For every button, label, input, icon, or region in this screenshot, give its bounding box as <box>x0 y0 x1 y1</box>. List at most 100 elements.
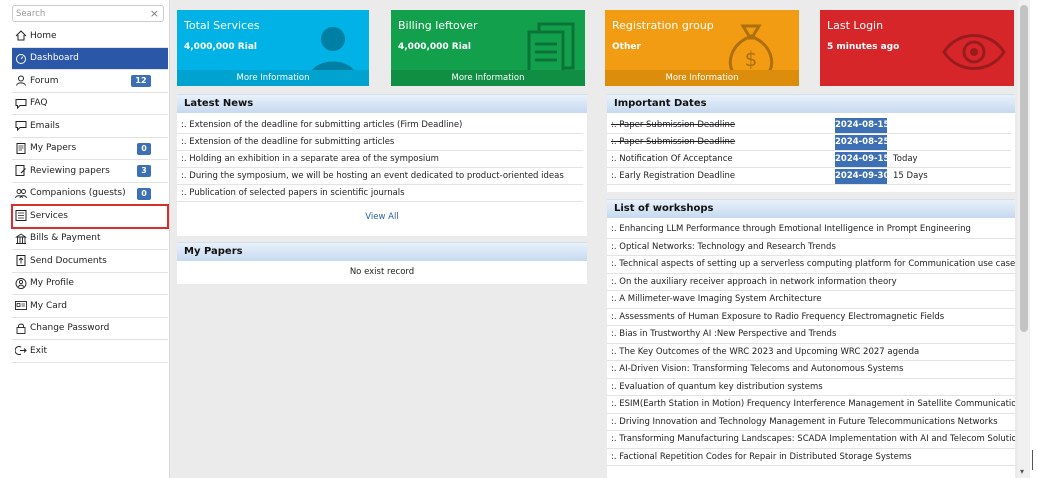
sidebar-item-label: Change Password <box>30 323 110 334</box>
date-row: :. Early Registration Deadline 2024-09-3… <box>607 168 1011 185</box>
services-icon <box>14 210 28 222</box>
services-more-information-link[interactable]: More Information <box>177 70 369 86</box>
sidebar-item-label: My Card <box>30 300 68 311</box>
workshop-item[interactable]: :. Assessments of Human Exposure to Radi… <box>607 309 1015 326</box>
chat-icon <box>14 120 28 132</box>
bill-icon <box>14 232 28 244</box>
card-value: Other <box>612 42 641 52</box>
companions-count-badge: 0 <box>137 187 151 200</box>
billing-leftover-card: Billing leftover 4,000,000 Rial More Inf… <box>391 10 585 86</box>
page-scrollbar[interactable]: ▾ <box>1018 0 1030 478</box>
sidebar-item-faq[interactable]: FAQ <box>12 93 168 115</box>
group-icon <box>14 187 28 199</box>
date-badge: 2024-09-15 <box>835 152 889 167</box>
important-dates-panel: Important Dates :. Paper Submission Dead… <box>607 94 1015 192</box>
sidebar-item-label: FAQ <box>30 98 48 109</box>
exit-icon <box>14 345 28 357</box>
date-label: :. Notification Of Acceptance <box>611 154 733 164</box>
panel-title: Important Dates <box>607 94 1015 113</box>
sidebar-nav: Home Dashboard Forum 12 FAQ Emails My Pa… <box>11 25 169 363</box>
clear-icon[interactable]: × <box>150 7 159 21</box>
card-value: 4,000,000 Rial <box>184 42 257 52</box>
sidebar-item-reviewing-papers[interactable]: Reviewing papers 3 <box>12 160 168 183</box>
workshop-item[interactable]: :. Enhancing LLM Performance through Emo… <box>607 221 1015 239</box>
sidebar-item-my-papers[interactable]: My Papers 0 <box>12 138 168 160</box>
news-list: :. Extension of the deadline for submitt… <box>177 117 583 202</box>
view-all-news-link[interactable]: View All <box>177 212 587 222</box>
empty-state-text: No exist record <box>349 267 415 277</box>
workshop-item[interactable]: :. On the auxiliary receiver approach in… <box>607 274 1015 291</box>
sidebar-item-companions[interactable]: Companions (guests) 0 <box>12 183 168 205</box>
dates-list: :. Paper Submission Deadline 2024-08-15 … <box>607 117 1011 185</box>
panel-title: List of workshops <box>607 199 1015 218</box>
group-more-information-link[interactable]: More Information <box>605 70 799 86</box>
date-label: :. Paper Submission Deadline <box>611 120 736 130</box>
date-row: :. Notification Of Acceptance 2024-09-15… <box>607 151 1011 168</box>
search-input[interactable] <box>13 6 143 21</box>
sidebar-item-label: Reviewing papers <box>30 165 110 176</box>
card-title: Last Login <box>827 19 884 32</box>
date-note: Today <box>893 154 918 164</box>
card-title: Billing leftover <box>398 19 478 32</box>
workshop-item[interactable]: :. A Millimeter-wave Imaging System Arch… <box>607 291 1015 309</box>
date-label: :. Paper Submission Deadline <box>611 137 736 147</box>
sidebar-item-home[interactable]: Home <box>12 25 168 48</box>
chat-icon <box>14 97 28 109</box>
sidebar-item-bills-payment[interactable]: Bills & Payment <box>12 228 168 250</box>
card-title: Registration group <box>612 19 714 32</box>
scrollbar-thumb[interactable] <box>1020 5 1028 332</box>
sidebar-item-change-password[interactable]: Change Password <box>12 318 168 340</box>
sidebar-item-emails[interactable]: Emails <box>12 115 168 138</box>
sidebar-item-my-profile[interactable]: My Profile <box>12 273 168 295</box>
total-services-card: Total Services 4,000,000 Rial More Infor… <box>177 10 369 86</box>
my-papers-count-badge: 0 <box>137 142 151 155</box>
sidebar-item-send-documents[interactable]: Send Documents <box>12 250 168 273</box>
profile-icon <box>14 277 28 289</box>
sidebar-item-forum[interactable]: Forum 12 <box>12 70 168 93</box>
sidebar-item-label: Emails <box>30 120 60 131</box>
date-badge: 2024-09-30 <box>835 169 889 184</box>
panel-title: My Papers <box>177 242 587 261</box>
workshop-item[interactable]: :. The Key Outcomes of the WRC 2023 and … <box>607 344 1015 361</box>
sidebar-item-label: Send Documents <box>30 255 107 266</box>
eye-icon <box>942 34 1006 70</box>
workshop-item[interactable]: :. Optical Networks: Technology and Rese… <box>607 239 1015 256</box>
dashboard-icon <box>14 52 28 64</box>
search-box: × <box>12 5 164 22</box>
date-label: :. Early Registration Deadline <box>611 171 736 181</box>
card-icon <box>14 300 28 312</box>
registration-group-card: Registration group Other $ More Informat… <box>605 10 799 86</box>
sidebar-item-dashboard[interactable]: Dashboard <box>12 47 168 70</box>
workshop-item[interactable]: :. Technical aspects of setting up a ser… <box>607 256 1015 274</box>
sidebar-item-label: My Profile <box>30 278 74 289</box>
workshop-item[interactable]: :. Driving Innovation and Technology Man… <box>607 414 1015 431</box>
user-icon <box>14 75 28 87</box>
sidebar-item-services[interactable]: Services <box>11 204 169 229</box>
workshop-item[interactable]: :. Bias in Trustworthy AI :New Perspecti… <box>607 326 1015 344</box>
news-item[interactable]: :. During the symposium, we will be host… <box>177 168 583 185</box>
last-login-card: Last Login 5 minutes ago <box>820 10 1014 86</box>
news-item[interactable]: :. Extension of the deadline for submitt… <box>177 117 583 134</box>
sidebar-item-my-card[interactable]: My Card <box>12 295 168 318</box>
sidebar-item-exit[interactable]: Exit <box>12 340 168 363</box>
workshop-item[interactable]: :. Evaluation of quantum key distributio… <box>607 379 1015 396</box>
billing-more-information-link[interactable]: More Information <box>391 70 585 86</box>
news-item[interactable]: :. Holding an exhibition in a separate a… <box>177 151 583 168</box>
chevron-down-icon[interactable]: ▾ <box>1020 467 1024 476</box>
sidebar-item-label: My Papers <box>30 143 77 154</box>
news-item[interactable]: :. Extension of the deadline for submitt… <box>177 134 583 151</box>
review-icon <box>14 165 28 177</box>
date-badge: 2024-08-25 <box>835 135 889 150</box>
workshop-item[interactable]: :. ESIM(Earth Station in Motion) Frequen… <box>607 396 1015 414</box>
forum-count-badge: 12 <box>131 75 151 87</box>
send-document-icon <box>14 255 28 267</box>
date-badge: 2024-08-15 <box>835 118 889 133</box>
workshop-item[interactable]: :. Factional Repetition Codes for Repair… <box>607 449 1015 466</box>
sidebar-item-label: Forum <box>30 75 59 86</box>
workshop-item[interactable]: :. Transforming Manufacturing Landscapes… <box>607 431 1015 449</box>
window-edge <box>1030 0 1037 478</box>
workshop-item[interactable]: :. AI-Driven Vision: Transforming Teleco… <box>607 361 1015 379</box>
news-item[interactable]: :. Publication of selected papers in sci… <box>177 185 583 202</box>
workshops-panel: List of workshops :. Enhancing LLM Perfo… <box>607 199 1015 478</box>
sidebar-item-label: Home <box>30 30 57 41</box>
